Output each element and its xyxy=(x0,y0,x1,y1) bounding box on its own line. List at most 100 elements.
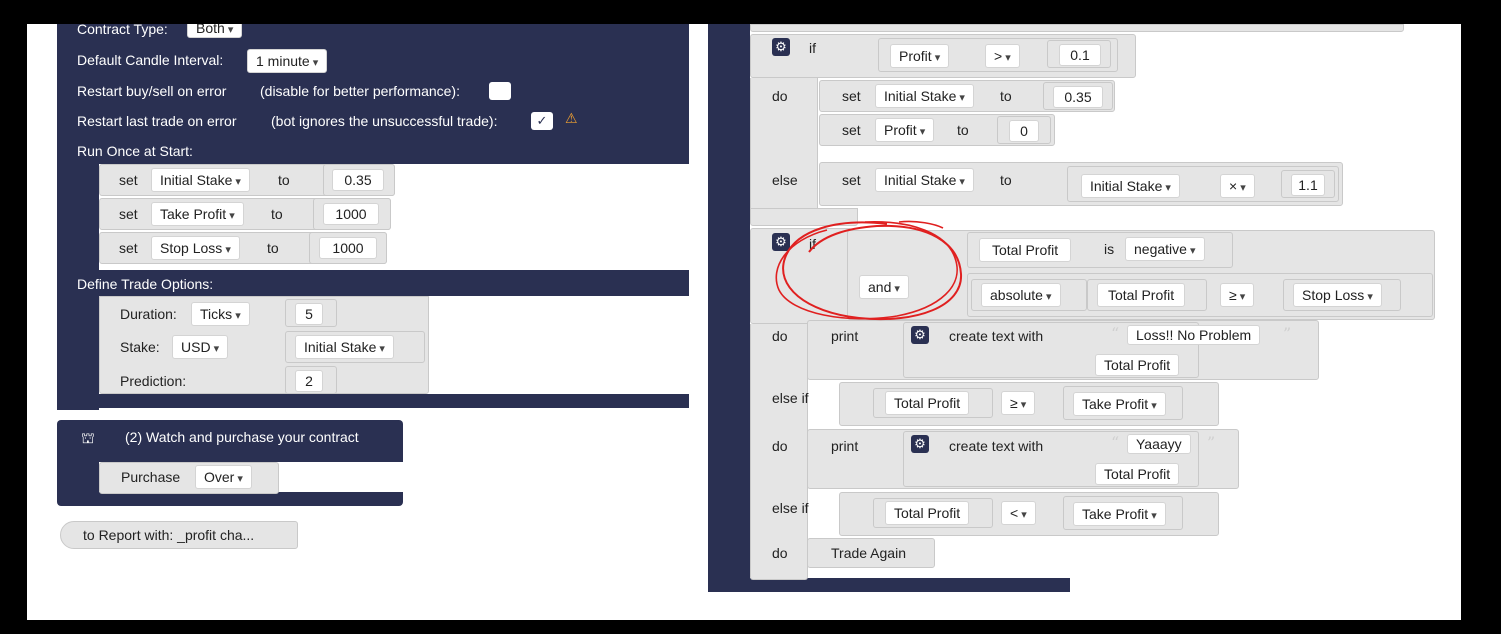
restart-buysell-label: Restart buy/sell on error xyxy=(77,83,227,99)
after-purchase-block[interactable] xyxy=(708,24,750,592)
to-keyword: to xyxy=(278,172,290,188)
to-keyword: to xyxy=(957,122,969,138)
contract-type-label: Contract Type: xyxy=(77,24,168,37)
prediction-value[interactable]: 2 xyxy=(295,370,323,392)
trade-parameters-bottom[interactable] xyxy=(57,394,689,408)
if-block-profit[interactable] xyxy=(750,24,1404,32)
text-literal[interactable]: Yaaayy xyxy=(1127,434,1191,454)
take-profit-value[interactable]: 1000 xyxy=(323,203,379,225)
initial-stake-dropdown[interactable]: Initial Stake xyxy=(151,168,250,192)
text-literal[interactable]: Loss!! No Problem xyxy=(1127,325,1261,345)
set-keyword: set xyxy=(119,240,138,256)
watch-purchase-block-lower[interactable] xyxy=(57,462,99,492)
duration-value[interactable]: 5 xyxy=(295,303,323,325)
stake-variable-dropdown[interactable]: Initial Stake xyxy=(295,335,394,359)
multiply-operator-dropdown[interactable]: × xyxy=(1220,174,1255,198)
to-keyword: to xyxy=(267,240,279,256)
duration-label: Duration: xyxy=(120,306,177,322)
after-purchase-bottom[interactable] xyxy=(708,578,1070,592)
profit-threshold-value[interactable]: 0.1 xyxy=(1059,44,1101,66)
do-keyword: do xyxy=(772,545,788,561)
initial-stake-dropdown[interactable]: Initial Stake xyxy=(875,168,974,192)
do-keyword: do xyxy=(772,328,788,344)
open-quote-icon: “ xyxy=(1111,324,1120,343)
if-keyword: if xyxy=(809,40,816,56)
set-keyword: set xyxy=(842,88,861,104)
purchase-dropdown[interactable]: Over xyxy=(195,465,252,489)
take-profit-dropdown[interactable]: Take Profit xyxy=(1073,502,1166,526)
trade-again-label: Trade Again xyxy=(831,545,906,561)
take-profit-dropdown[interactable]: Take Profit xyxy=(151,202,244,226)
contract-type-dropdown[interactable]: Both xyxy=(187,24,243,38)
workspace-canvas[interactable]: Contract Type: Both Default Candle Inter… xyxy=(27,24,1461,620)
profit-dropdown[interactable]: Profit xyxy=(875,118,935,142)
run-once-label: Run Once at Start: xyxy=(77,143,193,159)
candle-interval-dropdown[interactable]: 1 minute xyxy=(247,49,328,73)
do-keyword: do xyxy=(772,88,788,104)
warning-icon[interactable]: ⚠ xyxy=(565,110,578,127)
total-profit-field[interactable]: Total Profit xyxy=(1095,463,1180,485)
restart-buysell-checkbox[interactable] xyxy=(489,82,511,100)
operator-dropdown[interactable]: < xyxy=(1001,501,1036,525)
total-profit-field[interactable]: Total Profit xyxy=(979,238,1072,262)
purchase-label: Purchase xyxy=(121,469,181,485)
watch-purchase-title: (2) Watch and purchase your contract xyxy=(125,429,359,445)
restart-last-hint: (bot ignores the unsuccessful trade): xyxy=(271,113,498,129)
operator-dropdown[interactable]: ≥ xyxy=(1220,283,1255,307)
math-function-dropdown[interactable]: absolute xyxy=(981,283,1061,307)
gear-icon[interactable]: ⚙ xyxy=(772,38,790,56)
sign-dropdown[interactable]: negative xyxy=(1125,237,1205,261)
do-keyword: do xyxy=(772,438,788,454)
create-text-label: create text with xyxy=(949,438,1044,454)
multiplier-value[interactable]: 1.1 xyxy=(1291,174,1325,196)
total-profit-field[interactable]: Total Profit xyxy=(1097,283,1186,307)
take-profit-dropdown[interactable]: Take Profit xyxy=(1073,392,1166,416)
set-keyword: set xyxy=(842,172,861,188)
operator-dropdown[interactable]: > xyxy=(985,44,1020,68)
gear-icon[interactable]: ⚙ xyxy=(911,435,929,453)
to-keyword: to xyxy=(271,206,283,222)
stake-currency-dropdown[interactable]: USD xyxy=(172,335,229,359)
prediction-label: Prediction: xyxy=(120,373,187,389)
print-keyword: print xyxy=(831,328,859,344)
to-keyword: to xyxy=(1000,88,1012,104)
operator-dropdown[interactable]: ≥ xyxy=(1001,391,1036,415)
close-quote-icon: ” xyxy=(1207,433,1216,452)
red-annotation-circle xyxy=(775,220,963,321)
initial-stake-reset-value[interactable]: 0.35 xyxy=(1053,86,1103,108)
total-profit-field[interactable]: Total Profit xyxy=(885,391,970,415)
profit-reset-value[interactable]: 0 xyxy=(1009,120,1039,142)
initial-stake-value[interactable]: 0.35 xyxy=(332,169,384,191)
basket-icon: ⛫ xyxy=(81,430,95,447)
stake-label: Stake: xyxy=(120,339,160,355)
stop-loss-dropdown[interactable]: Stop Loss xyxy=(151,236,240,260)
define-trade-label: Define Trade Options: xyxy=(77,276,214,292)
profit-dropdown[interactable]: Profit xyxy=(890,44,950,68)
stop-loss-dropdown[interactable]: Stop Loss xyxy=(1293,283,1382,307)
is-keyword: is xyxy=(1104,241,1115,257)
initial-stake-dropdown[interactable]: Initial Stake xyxy=(1081,174,1180,198)
set-keyword: set xyxy=(119,206,138,222)
close-quote-icon: ” xyxy=(1283,324,1292,343)
set-keyword: set xyxy=(119,172,138,188)
else-if-keyword: else if xyxy=(772,390,809,406)
restart-buysell-hint: (disable for better performance): xyxy=(260,83,460,99)
report-label: to Report with: _profit cha... xyxy=(83,527,255,543)
else-keyword: else xyxy=(772,172,798,188)
print-keyword: print xyxy=(831,438,859,454)
total-profit-field[interactable]: Total Profit xyxy=(885,501,970,525)
set-keyword: set xyxy=(842,122,861,138)
gear-icon[interactable]: ⚙ xyxy=(911,326,929,344)
stop-loss-value[interactable]: 1000 xyxy=(319,237,377,259)
else-if-keyword: else if xyxy=(772,500,809,516)
watch-purchase-bottom[interactable] xyxy=(57,492,403,506)
total-profit-field[interactable]: Total Profit xyxy=(1095,354,1180,376)
restart-last-label: Restart last trade on error xyxy=(77,113,237,129)
to-keyword: to xyxy=(1000,172,1012,188)
create-text-label: create text with xyxy=(949,328,1044,344)
restart-last-checkbox[interactable]: ✓ xyxy=(531,112,553,130)
candle-interval-label: Default Candle Interval: xyxy=(77,52,224,68)
open-quote-icon: “ xyxy=(1111,433,1120,452)
duration-unit-dropdown[interactable]: Ticks xyxy=(191,302,250,326)
initial-stake-dropdown[interactable]: Initial Stake xyxy=(875,84,974,108)
